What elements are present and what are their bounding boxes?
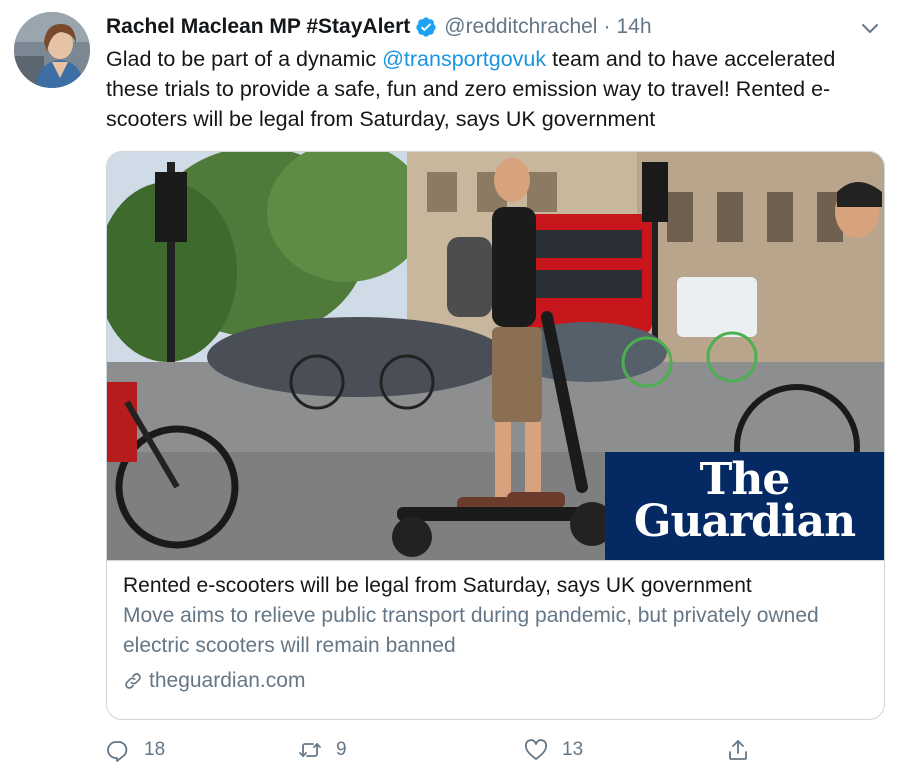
retweet-icon (299, 743, 321, 757)
user-handle[interactable]: @redditchrachel (444, 15, 597, 39)
separator-dot: · (603, 15, 611, 38)
share-button[interactable] (726, 732, 764, 768)
like-count: 13 (562, 739, 584, 760)
reply-icon (107, 741, 128, 762)
like-button[interactable]: 13 (524, 732, 583, 768)
timestamp[interactable]: 14h (616, 15, 651, 39)
retweet-count: 9 (336, 739, 347, 760)
mention-link[interactable]: @transportgovuk (382, 47, 546, 71)
tweet-actions: 18 9 13 (106, 732, 766, 768)
tweet[interactable]: Rachel Maclean MP #StayAlert @redditchra… (0, 0, 900, 770)
avatar[interactable] (14, 12, 90, 88)
chevron-down-icon[interactable] (860, 18, 880, 38)
guardian-logo-line2: Guardian (633, 496, 856, 547)
heart-icon (524, 739, 548, 760)
tweet-text: Glad to be part of a dynamic @transportg… (106, 44, 892, 134)
link-icon (125, 673, 141, 689)
reply-count: 18 (144, 739, 166, 760)
guardian-logo: The Guardian (605, 452, 884, 560)
share-icon (729, 740, 747, 760)
tweet-header: Rachel Maclean MP #StayAlert @redditchra… (106, 10, 652, 44)
card-body[interactable]: Rented e-scooters will be legal from Sat… (107, 560, 884, 719)
retweet-button[interactable]: 9 (298, 732, 347, 768)
tweet-text-part1: Glad to be part of a dynamic (106, 47, 383, 71)
card-domain[interactable]: theguardian.com (123, 666, 868, 696)
link-card[interactable]: The Guardian Rented e-scooters will be l… (106, 151, 885, 720)
reply-button[interactable]: 18 (106, 732, 165, 768)
card-image[interactable]: The Guardian (107, 152, 884, 560)
card-description: Move aims to relieve public transport du… (123, 604, 819, 657)
card-domain-text[interactable]: theguardian.com (149, 666, 305, 696)
verified-badge-icon (416, 17, 436, 37)
card-title[interactable]: Rented e-scooters will be legal from Sat… (123, 571, 868, 601)
display-name[interactable]: Rachel Maclean MP #StayAlert (106, 15, 410, 39)
